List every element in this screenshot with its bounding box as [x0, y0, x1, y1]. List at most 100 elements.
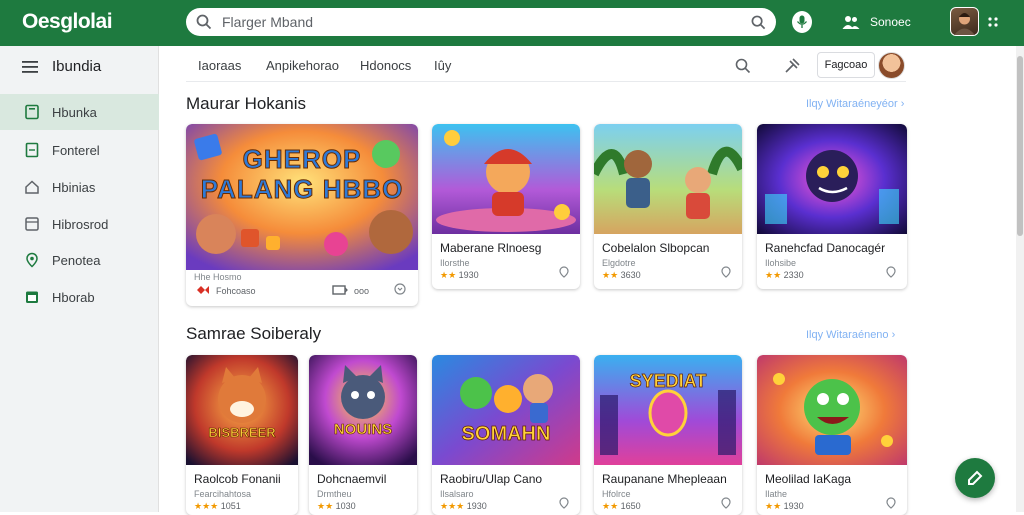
- location-icon[interactable]: [558, 266, 570, 278]
- see-more-link-2[interactable]: Ilqy Witaraéneno ›: [806, 329, 895, 341]
- see-more-link-1[interactable]: Ilqy Witaraéneyéor ›: [806, 98, 904, 110]
- game-art: [757, 355, 907, 465]
- scrollbar-thumb[interactable]: [1017, 56, 1023, 236]
- sidebar-title: Ibundia: [52, 58, 102, 75]
- game-art: [309, 355, 417, 465]
- card-rating: ★★★ 1930: [440, 501, 487, 511]
- bookmark-icon[interactable]: [394, 283, 406, 295]
- art-title-text: SOMAHN: [461, 423, 551, 446]
- card-title: Meolilad IaKaga: [765, 472, 852, 486]
- card-rating: ★★ 3630: [602, 270, 641, 280]
- menu-icon[interactable]: [22, 60, 38, 74]
- card-title: Raobiru/Ulap Cano: [440, 472, 543, 486]
- game-art: [432, 124, 580, 234]
- pin-tool-icon[interactable]: [782, 56, 802, 76]
- account-button[interactable]: Sonoec: [842, 12, 911, 32]
- location-icon[interactable]: [885, 497, 897, 509]
- game-card[interactable]: NOUINS Dohcnaemvil Drmtheu ★★ 1030: [309, 355, 417, 515]
- sidebar-item-label: Hibrosrod: [52, 216, 109, 232]
- sidebar: Ibundia Hbunka Fonterel Hbinias Hibrosro…: [0, 46, 159, 512]
- tablet-icon: [24, 104, 40, 120]
- search-icon: [196, 14, 212, 30]
- mic-icon: [796, 15, 808, 28]
- card-title: Raolcob Fonanii: [194, 472, 281, 486]
- sidebar-item-3[interactable]: Hbinias: [0, 169, 159, 205]
- game-art: [432, 355, 580, 465]
- game-controller-icon: [197, 286, 209, 294]
- account-label: Sonoec: [870, 15, 911, 29]
- sidebar-item-4[interactable]: Hibrosrod: [0, 206, 159, 242]
- location-icon[interactable]: [885, 266, 897, 278]
- sidebar-item-2[interactable]: Fonterel: [0, 132, 159, 168]
- category-tabs: Iaoraas Anpikehorao Hdonocs Iûy Fagcoao: [186, 50, 906, 82]
- search-submit-icon[interactable]: [751, 15, 766, 30]
- game-card[interactable]: Meolilad IaKaga Ilathe ★★ 1930: [757, 355, 907, 515]
- edit-icon: [968, 470, 983, 485]
- search-input[interactable]: Flarger Mband: [222, 14, 751, 30]
- card-subtitle: Hfolrce: [602, 489, 631, 499]
- search-bar[interactable]: Flarger Mband: [186, 8, 776, 36]
- scrollbar[interactable]: [1016, 46, 1024, 512]
- sidebar-item-6[interactable]: Hborab: [0, 279, 159, 315]
- tab-4[interactable]: Iûy: [434, 58, 451, 73]
- doc-icon: [24, 142, 40, 158]
- card-subtitle: Drmtheu: [317, 489, 352, 499]
- card-subtitle: Elgdotre: [602, 258, 636, 268]
- apps-grid-icon[interactable]: [987, 16, 999, 28]
- card-title: Ranehcfad Danocagér: [765, 241, 886, 255]
- game-art: [757, 124, 907, 234]
- calendar-icon: [24, 289, 40, 305]
- pin-icon: [24, 252, 40, 268]
- featured-game-card[interactable]: GHEROP PALANG HBBO Hhe Hosmo Fohcoaso oo…: [186, 124, 418, 306]
- people-icon: [842, 16, 860, 29]
- profile-avatar[interactable]: [878, 52, 905, 79]
- game-card[interactable]: Maberane Rlnoesg Ilorsthe ★★ 1930: [432, 124, 580, 289]
- location-icon[interactable]: [720, 497, 732, 509]
- card-rating: ★★ 1930: [765, 501, 804, 511]
- card-subtitle: Ilathe: [765, 489, 788, 499]
- grid-icon: [24, 216, 40, 232]
- location-icon[interactable]: [720, 266, 732, 278]
- section-title-1: Maurar Hokanis: [186, 94, 306, 113]
- tab-3[interactable]: Hdonocs: [360, 58, 411, 73]
- avatar-image: [954, 13, 975, 35]
- sidebar-item-label: Penotea: [52, 252, 101, 268]
- card-rating: ★★ 1650: [602, 501, 641, 511]
- top-app-bar: Oesglolai Flarger Mband Sonoec: [0, 0, 1024, 46]
- game-card[interactable]: Cobelalon Slbopcan Elgdotre ★★ 3630: [594, 124, 742, 289]
- card-title: Dohcnaemvil: [317, 472, 387, 486]
- card-rating: ★★ 1030: [317, 501, 356, 511]
- signin-button[interactable]: Fagcoao: [817, 52, 875, 78]
- card-title: Maberane Rlnoesg: [440, 241, 542, 255]
- card-subtitle: Ilsalsaro: [440, 489, 474, 499]
- card-rating: ★★★ 1051: [194, 501, 241, 511]
- card-subtitle: Ilohsibe: [765, 258, 797, 268]
- search-icon[interactable]: [733, 56, 753, 76]
- user-avatar[interactable]: [950, 7, 979, 36]
- card-title: Cobelalon Slbopcan: [602, 241, 710, 255]
- mic-button[interactable]: [792, 11, 812, 33]
- card-title: Raupanane Mhepleaan: [602, 472, 727, 486]
- card-subtitle: Ilorsthe: [440, 258, 470, 268]
- tab-1[interactable]: Iaoraas: [198, 58, 241, 73]
- game-card[interactable]: SYEDIAT Raupanane Mhepleaan Hfolrce ★★ 1…: [594, 355, 742, 515]
- tab-2[interactable]: Anpikehorao: [266, 58, 339, 73]
- card-subtitle: Hhe Hosmo: [194, 272, 242, 282]
- app-logo[interactable]: Oesglolai: [22, 10, 113, 34]
- art-title-text: BISBREER: [208, 425, 276, 441]
- sidebar-item-5[interactable]: Penotea: [0, 242, 159, 278]
- game-art: [594, 124, 742, 234]
- sidebar-item-label: Fonterel: [52, 142, 100, 158]
- screen-icon[interactable]: [332, 285, 348, 296]
- section-title-2: Samrae Soiberaly: [186, 324, 322, 343]
- sidebar-item-label: Hborab: [52, 289, 95, 305]
- sidebar-header: Ibundia: [22, 58, 101, 75]
- game-card[interactable]: BISBREER Raolcob Fonanii Fearcihahtosa ★…: [186, 355, 298, 515]
- compose-fab[interactable]: [955, 458, 995, 498]
- game-art: [186, 355, 298, 465]
- game-card[interactable]: Ranehcfad Danocagér Ilohsibe ★★ 2330: [757, 124, 907, 289]
- location-icon[interactable]: [558, 497, 570, 509]
- card-rating: Fohcoaso: [216, 286, 256, 296]
- sidebar-item-1[interactable]: Hbunka: [0, 94, 159, 130]
- game-card[interactable]: SOMAHN Raobiru/Ulap Cano Ilsalsaro ★★★ 1…: [432, 355, 580, 515]
